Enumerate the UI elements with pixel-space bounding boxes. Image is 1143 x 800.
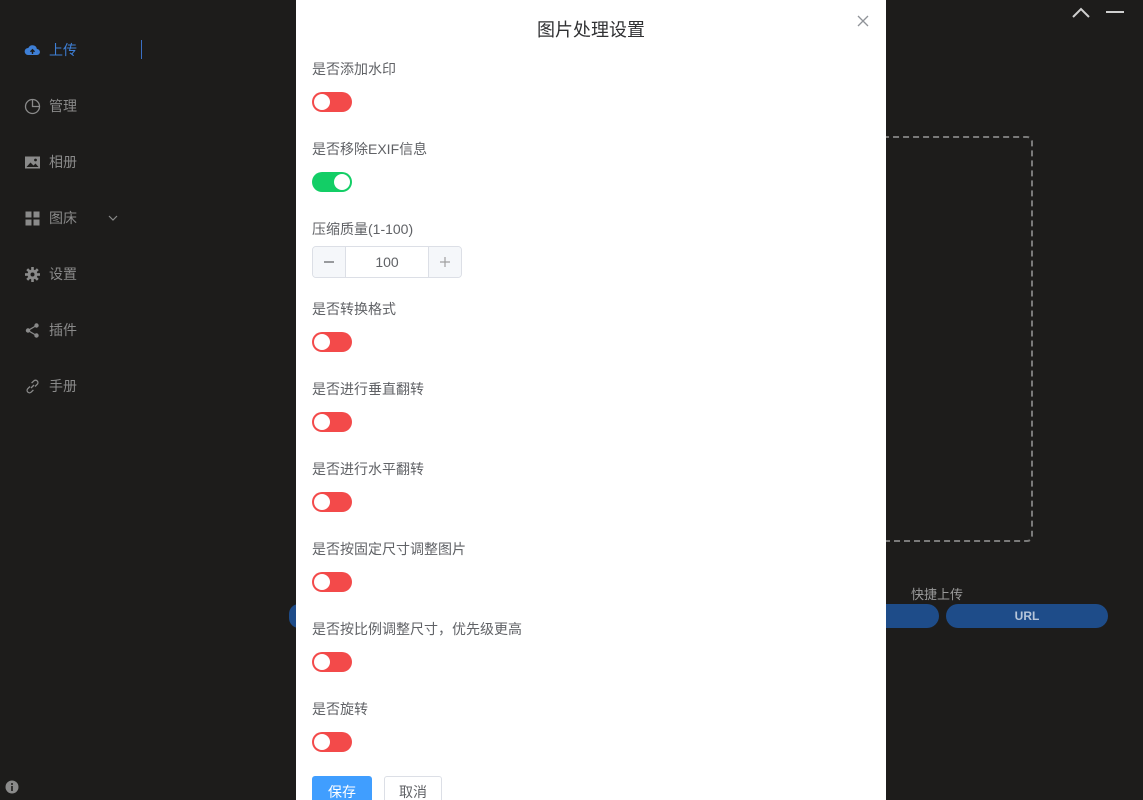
quick-upload-label: 快捷上传 [911, 587, 964, 602]
setting-label-watermark: 是否添加水印 [312, 61, 396, 77]
toggle-knob [314, 654, 330, 670]
pie-chart-icon [24, 98, 41, 115]
sidebar-item-album[interactable]: 相册 [24, 150, 77, 174]
sidebar: 上传 管理 相册 图床 设置 插件 手册 [0, 0, 142, 800]
toggle-knob [314, 94, 330, 110]
link-icon [24, 378, 41, 395]
minimize-window-button[interactable] [1104, 3, 1126, 21]
sidebar-item-manual[interactable]: 手册 [24, 374, 77, 398]
sidebar-item-settings[interactable]: 设置 [24, 262, 77, 286]
setting-label-convert-format: 是否转换格式 [312, 301, 396, 317]
remove-exif-toggle[interactable] [312, 172, 352, 192]
collapse-window-button[interactable] [1070, 3, 1092, 21]
gear-icon [24, 266, 41, 283]
sidebar-item-label: 设置 [49, 266, 77, 282]
convert-format-toggle[interactable] [312, 332, 352, 352]
close-icon[interactable] [856, 14, 870, 28]
sidebar-item-label: 上传 [49, 42, 77, 58]
image-processing-dialog: 图片处理设置 是否添加水印 是否移除EXIF信息 压缩质量(1-100) 是否转… [296, 0, 886, 800]
chevron-down-icon [107, 212, 119, 224]
setting-label-ratio-resize: 是否按比例调整尺寸，优先级更高 [312, 621, 522, 637]
toggle-knob [334, 174, 350, 190]
save-button[interactable]: 保存 [312, 776, 372, 800]
vertical-flip-toggle[interactable] [312, 412, 352, 432]
watermark-toggle[interactable] [312, 92, 352, 112]
setting-label-rotate: 是否旋转 [312, 701, 368, 717]
cloud-upload-icon [24, 42, 41, 59]
toggle-knob [314, 494, 330, 510]
fixed-resize-toggle[interactable] [312, 572, 352, 592]
horizontal-flip-toggle[interactable] [312, 492, 352, 512]
sidebar-item-upload[interactable]: 上传 [24, 38, 77, 62]
sidebar-item-label: 手册 [49, 378, 77, 394]
quality-stepper [312, 246, 462, 278]
sidebar-item-label: 插件 [49, 322, 77, 338]
sidebar-item-label: 相册 [49, 154, 77, 170]
setting-label-remove-exif: 是否移除EXIF信息 [312, 141, 428, 157]
ratio-resize-toggle[interactable] [312, 652, 352, 672]
grid-icon [24, 210, 41, 227]
quality-input[interactable] [346, 247, 428, 277]
sidebar-item-manage[interactable]: 管理 [24, 94, 77, 118]
rotate-toggle[interactable] [312, 732, 352, 752]
setting-label-quality: 压缩质量(1-100) [312, 221, 414, 237]
sidebar-active-indicator [141, 40, 142, 59]
decrement-button[interactable] [313, 247, 346, 277]
sidebar-item-label: 图床 [49, 210, 77, 226]
info-icon[interactable] [5, 780, 19, 794]
cancel-button[interactable]: 取消 [384, 776, 442, 800]
toggle-knob [314, 734, 330, 750]
url-upload-button[interactable]: URL [946, 604, 1108, 628]
sidebar-item-picbed[interactable]: 图床 [24, 206, 119, 230]
toggle-knob [314, 574, 330, 590]
sidebar-item-label: 管理 [49, 98, 77, 114]
sidebar-item-plugins[interactable]: 插件 [24, 318, 77, 342]
dialog-title: 图片处理设置 [537, 20, 645, 40]
toggle-knob [314, 414, 330, 430]
setting-label-fixed-resize: 是否按固定尺寸调整图片 [312, 541, 466, 557]
toggle-knob [314, 334, 330, 350]
setting-label-horizontal-flip: 是否进行水平翻转 [312, 461, 424, 477]
setting-label-vertical-flip: 是否进行垂直翻转 [312, 381, 424, 397]
share-icon [24, 322, 41, 339]
image-icon [24, 154, 41, 171]
increment-button[interactable] [428, 247, 461, 277]
